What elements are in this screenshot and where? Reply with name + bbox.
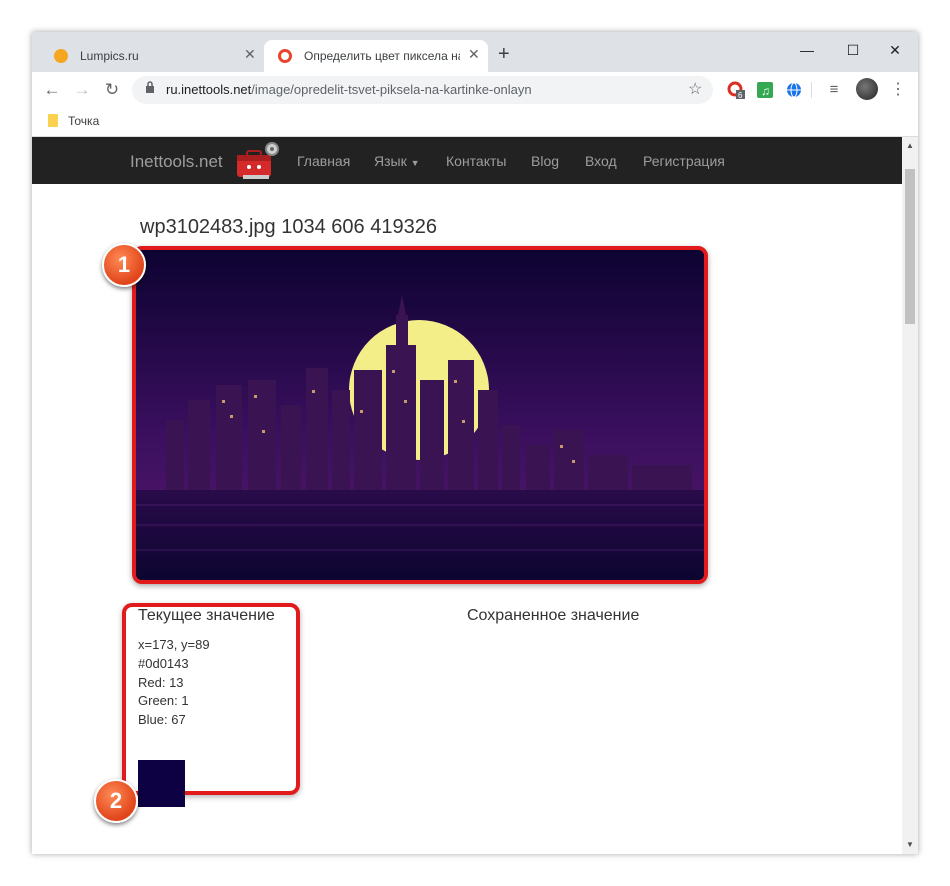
site-navbar: Inettools.net Главная Язык ▼ Контакты Bl… xyxy=(32,137,902,184)
forward-icon[interactable]: → xyxy=(70,78,94,102)
bookmark-folder-icon xyxy=(48,114,58,127)
close-tab-icon[interactable]: ✕ xyxy=(244,46,256,63)
svg-text:♫: ♫ xyxy=(761,84,770,98)
toolbar-divider xyxy=(811,82,812,98)
tab-active[interactable]: Определить цвет пиксела на кар ✕ xyxy=(264,40,488,72)
nav-language-label: Язык xyxy=(374,153,407,169)
scroll-down-icon[interactable]: ▼ xyxy=(906,840,914,849)
tab-title: Lumpics.ru xyxy=(80,49,139,63)
caret-down-icon: ▼ xyxy=(410,158,420,168)
scroll-up-icon[interactable]: ▲ xyxy=(906,141,914,150)
media-queue-icon[interactable]: ≡ xyxy=(822,78,846,102)
bookmark-item[interactable]: Точка xyxy=(68,114,99,128)
tab-title: Определить цвет пиксела на кар xyxy=(304,49,460,63)
browser-toolbar: ← → ↻ ru.inettools.net/image/opredelit-t… xyxy=(32,72,918,108)
window-close-icon[interactable]: ✕ xyxy=(872,36,918,64)
page-viewport: Inettools.net Главная Язык ▼ Контакты Bl… xyxy=(32,137,902,854)
nav-register[interactable]: Регистрация xyxy=(643,153,725,169)
picked-image[interactable] xyxy=(132,246,708,584)
address-bar[interactable]: ru.inettools.net/image/opredelit-tsvet-p… xyxy=(132,76,713,104)
file-title: wp3102483.jpg 1034 606 419326 xyxy=(140,216,437,238)
color-swatch xyxy=(138,760,185,807)
back-icon[interactable]: ← xyxy=(40,78,64,102)
city-skyline-image[interactable] xyxy=(136,250,704,580)
menu-kebab-icon[interactable]: ⋮ xyxy=(886,78,910,102)
extension-red-icon[interactable]: 6 xyxy=(727,81,745,99)
music-extension-icon[interactable]: ♫ xyxy=(756,81,774,99)
url-text: ru.inettools.net/image/opredelit-tsvet-p… xyxy=(166,82,532,97)
step-marker-1: 1 xyxy=(102,243,146,287)
globe-extension-icon[interactable] xyxy=(785,81,803,99)
nav-language[interactable]: Язык ▼ xyxy=(374,153,420,169)
gear-favicon-icon xyxy=(278,49,292,63)
extension-badge: 6 xyxy=(738,91,743,99)
saved-value-heading: Сохраненное значение xyxy=(467,607,640,624)
minimize-icon[interactable]: — xyxy=(784,36,830,64)
hex-value: #0d0143 xyxy=(138,656,189,671)
lock-icon xyxy=(146,81,154,93)
nav-home[interactable]: Главная xyxy=(297,153,350,169)
lumpics-favicon-icon xyxy=(54,49,68,63)
new-tab-icon[interactable]: + xyxy=(498,44,510,64)
close-tab-icon[interactable]: ✕ xyxy=(468,46,480,63)
tab-lumpics[interactable]: Lumpics.ru ✕ xyxy=(40,40,265,72)
current-value-heading: Текущее значение xyxy=(138,607,275,624)
green-value: Green: 1 xyxy=(138,693,189,708)
browser-window: Lumpics.ru ✕ Определить цвет пиксела на … xyxy=(32,32,918,854)
blue-value: Blue: 67 xyxy=(138,712,186,727)
maximize-icon[interactable]: ☐ xyxy=(830,36,876,64)
page-scrollbar[interactable]: ▲ ▼ xyxy=(902,137,918,854)
url-path: /image/opredelit-tsvet-piksela-na-kartin… xyxy=(251,82,532,97)
bookmark-star-icon[interactable]: ☆ xyxy=(688,79,702,99)
tab-strip: Lumpics.ru ✕ Определить цвет пиксела на … xyxy=(32,32,918,72)
nav-login[interactable]: Вход xyxy=(585,153,617,169)
coords-value: x=173, y=89 xyxy=(138,637,210,652)
url-host: ru.inettools.net xyxy=(166,82,252,97)
red-value: Red: 13 xyxy=(138,675,184,690)
bookmarks-bar: Точка xyxy=(32,108,918,137)
toolbox-logo-icon xyxy=(237,142,279,179)
reload-icon[interactable]: ↻ xyxy=(100,78,124,102)
scroll-thumb[interactable] xyxy=(905,169,915,324)
site-brand[interactable]: Inettools.net xyxy=(130,152,223,172)
step-marker-2: 2 xyxy=(94,779,138,823)
nav-blog[interactable]: Blog xyxy=(531,153,559,169)
nav-contacts[interactable]: Контакты xyxy=(446,153,506,169)
avatar[interactable] xyxy=(856,78,878,100)
